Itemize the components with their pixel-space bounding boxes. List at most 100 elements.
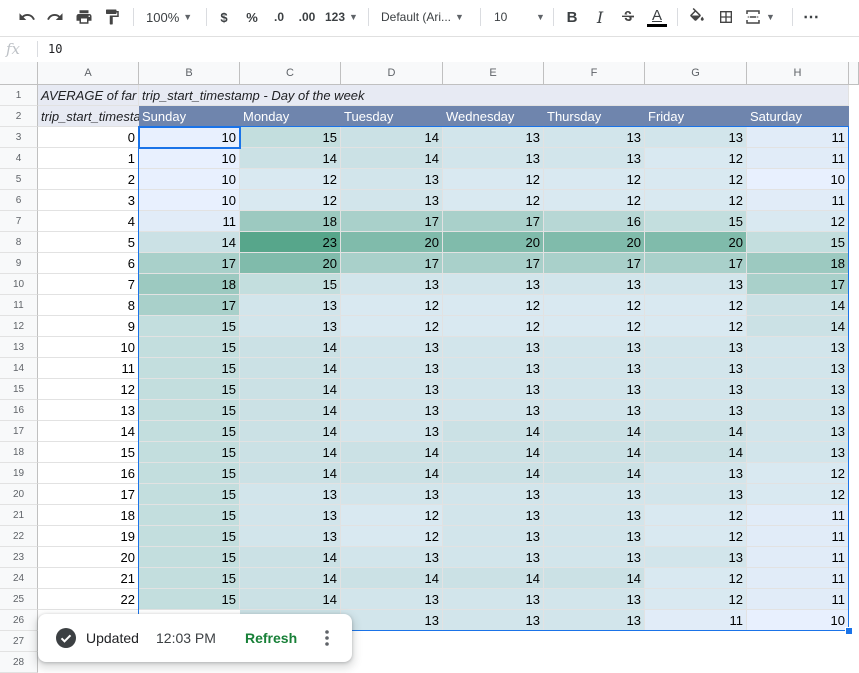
value-cell[interactable]: 14: [240, 337, 341, 358]
column-header-e[interactable]: E: [443, 62, 544, 85]
day-header-thursday[interactable]: Thursday: [544, 106, 645, 127]
value-cell[interactable]: 15: [139, 505, 240, 526]
value-cell[interactable]: 15: [139, 421, 240, 442]
value-cell[interactable]: 13: [240, 505, 341, 526]
value-cell[interactable]: 15: [645, 211, 747, 232]
value-cell[interactable]: 12: [747, 463, 849, 484]
row-header[interactable]: 11: [0, 295, 38, 316]
value-cell[interactable]: 12: [645, 568, 747, 589]
value-cell[interactable]: 15: [139, 442, 240, 463]
column-header-h[interactable]: H: [747, 62, 849, 85]
value-cell[interactable]: 13: [544, 589, 645, 610]
more-vert-icon[interactable]: [322, 628, 332, 648]
hour-cell[interactable]: 21: [38, 568, 139, 589]
value-cell[interactable]: 13: [645, 337, 747, 358]
value-cell[interactable]: 14: [341, 463, 443, 484]
value-cell[interactable]: 23: [240, 232, 341, 253]
value-cell[interactable]: 13: [341, 589, 443, 610]
value-cell[interactable]: 13: [747, 358, 849, 379]
row-header[interactable]: 23: [0, 547, 38, 568]
value-cell[interactable]: 17: [544, 253, 645, 274]
value-cell[interactable]: 13: [443, 589, 544, 610]
hour-cell[interactable]: 15: [38, 442, 139, 463]
value-cell[interactable]: 12: [645, 169, 747, 190]
row-header[interactable]: 10: [0, 274, 38, 295]
value-cell[interactable]: 20: [544, 232, 645, 253]
value-cell[interactable]: 13: [645, 127, 747, 148]
value-cell[interactable]: 14: [240, 358, 341, 379]
value-cell[interactable]: 11: [747, 148, 849, 169]
value-cell[interactable]: 13: [341, 358, 443, 379]
value-cell[interactable]: 10: [747, 169, 849, 190]
value-cell[interactable]: 14: [443, 421, 544, 442]
value-cell[interactable]: 14: [341, 148, 443, 169]
hour-cell[interactable]: 2: [38, 169, 139, 190]
row-header[interactable]: 7: [0, 211, 38, 232]
value-cell[interactable]: 14: [240, 148, 341, 169]
value-cell[interactable]: 12: [544, 169, 645, 190]
value-cell[interactable]: 13: [443, 484, 544, 505]
merge-cells-icon[interactable]: ▼: [744, 6, 784, 28]
value-cell[interactable]: 12: [645, 148, 747, 169]
value-cell[interactable]: 14: [240, 547, 341, 568]
percent-button[interactable]: %: [244, 6, 260, 28]
formula-input[interactable]: 10: [48, 42, 62, 56]
day-header-sunday[interactable]: Sunday: [139, 106, 240, 127]
value-cell[interactable]: 13: [443, 547, 544, 568]
value-cell[interactable]: 13: [341, 400, 443, 421]
value-cell[interactable]: 14: [341, 568, 443, 589]
value-cell[interactable]: 13: [544, 274, 645, 295]
row-header[interactable]: 6: [0, 190, 38, 211]
value-cell[interactable]: 13: [443, 274, 544, 295]
value-cell[interactable]: 15: [139, 316, 240, 337]
value-cell[interactable]: 13: [747, 337, 849, 358]
hour-cell[interactable]: 5: [38, 232, 139, 253]
value-cell[interactable]: 10: [139, 169, 240, 190]
value-cell[interactable]: 10: [139, 127, 240, 148]
value-cell[interactable]: 17: [443, 253, 544, 274]
value-cell[interactable]: 14: [544, 463, 645, 484]
column-header-d[interactable]: D: [341, 62, 443, 85]
value-cell[interactable]: 13: [341, 610, 443, 631]
value-cell[interactable]: 15: [139, 484, 240, 505]
value-cell[interactable]: 13: [747, 442, 849, 463]
row-header[interactable]: 19: [0, 463, 38, 484]
value-cell[interactable]: 17: [341, 211, 443, 232]
value-cell[interactable]: 18: [747, 253, 849, 274]
select-all-corner[interactable]: [0, 62, 38, 85]
value-cell[interactable]: 13: [544, 127, 645, 148]
value-cell[interactable]: 16: [544, 211, 645, 232]
value-cell[interactable]: 12: [544, 316, 645, 337]
hour-cell[interactable]: 1: [38, 148, 139, 169]
value-cell[interactable]: 10: [139, 190, 240, 211]
value-cell[interactable]: 13: [645, 400, 747, 421]
value-cell[interactable]: 20: [443, 232, 544, 253]
value-cell[interactable]: 13: [645, 358, 747, 379]
hour-cell[interactable]: 18: [38, 505, 139, 526]
value-cell[interactable]: 13: [747, 421, 849, 442]
column-header-f[interactable]: F: [544, 62, 645, 85]
fill-handle[interactable]: [845, 627, 853, 635]
value-cell[interactable]: 15: [240, 127, 341, 148]
value-cell[interactable]: 12: [544, 190, 645, 211]
value-cell[interactable]: 13: [645, 463, 747, 484]
value-cell[interactable]: 13: [443, 610, 544, 631]
value-cell[interactable]: 13: [341, 484, 443, 505]
value-cell[interactable]: 13: [240, 316, 341, 337]
row-header[interactable]: 28: [0, 652, 38, 673]
row-header[interactable]: 1: [0, 85, 38, 106]
value-cell[interactable]: 12: [443, 169, 544, 190]
value-cell[interactable]: 12: [544, 295, 645, 316]
value-cell[interactable]: 13: [544, 148, 645, 169]
hour-cell[interactable]: 22: [38, 589, 139, 610]
row-header[interactable]: 5: [0, 169, 38, 190]
value-cell[interactable]: 13: [443, 526, 544, 547]
value-cell[interactable]: 11: [747, 190, 849, 211]
value-cell[interactable]: 18: [240, 211, 341, 232]
value-cell[interactable]: 13: [544, 484, 645, 505]
pivot-title-cell[interactable]: AVERAGE of far: [38, 85, 139, 106]
value-cell[interactable]: 11: [645, 610, 747, 631]
value-cell[interactable]: 12: [443, 316, 544, 337]
value-cell[interactable]: 11: [747, 127, 849, 148]
day-header-monday[interactable]: Monday: [240, 106, 341, 127]
